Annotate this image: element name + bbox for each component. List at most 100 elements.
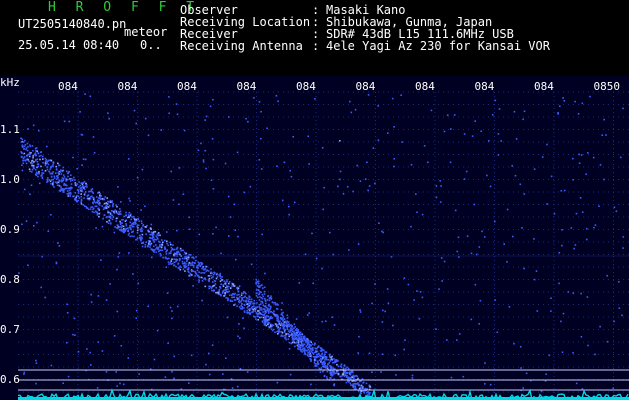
signal-dot — [255, 318, 257, 320]
signal-dot — [275, 325, 278, 327]
signal-dot — [173, 377, 175, 380]
signal-dot — [109, 201, 112, 203]
x-tick-label: 084 — [534, 80, 554, 93]
signal-dot — [265, 318, 267, 320]
signal-dot — [323, 375, 326, 377]
signal-dot — [293, 327, 295, 330]
signal-dot — [172, 244, 174, 246]
signal-dot — [304, 339, 307, 342]
signal-dot — [66, 190, 69, 192]
signal-dot — [288, 213, 290, 216]
signal-dot — [222, 373, 224, 375]
signal-dot — [265, 306, 268, 309]
signal-dot — [323, 186, 325, 189]
signal-dot — [23, 188, 26, 191]
signal-dot — [238, 323, 240, 325]
signal-dot — [148, 242, 150, 245]
signal-dot — [155, 239, 157, 241]
signal-dot — [281, 199, 284, 202]
signal-dot — [165, 251, 167, 253]
signal-dot — [298, 338, 300, 341]
signal-dot — [254, 310, 256, 313]
signal-dot — [277, 318, 279, 321]
signal-dot — [438, 288, 440, 290]
signal-dot — [68, 189, 71, 192]
signal-dot — [291, 328, 293, 330]
signal-dot — [349, 371, 351, 374]
signal-dot — [21, 223, 23, 226]
signal-dot — [382, 309, 384, 312]
signal-dot — [546, 143, 548, 146]
signal-dot — [64, 183, 67, 186]
signal-dot — [168, 96, 170, 98]
signal-dot — [97, 295, 100, 297]
signal-dot — [83, 180, 86, 183]
signal-dot — [63, 176, 66, 178]
signal-dot — [200, 272, 202, 274]
signal-dot — [324, 353, 326, 355]
signal-dot — [176, 246, 179, 249]
signal-dot — [268, 304, 270, 307]
signal-dot — [59, 171, 62, 173]
signal-dot — [173, 258, 175, 260]
signal-dot — [107, 210, 109, 213]
signal-dot — [331, 375, 333, 377]
signal-dot — [235, 258, 237, 261]
signal-dot — [51, 172, 54, 175]
signal-dot — [115, 211, 118, 213]
signal-dot — [50, 172, 52, 175]
signal-dot — [90, 301, 93, 303]
signal-dot — [49, 168, 52, 170]
signal-dot — [32, 149, 34, 152]
signal-dot — [279, 326, 282, 329]
signal-dot — [184, 270, 186, 272]
signal-dot — [70, 187, 72, 190]
signal-dot — [97, 192, 99, 194]
signal-dot — [102, 208, 105, 211]
signal-dot — [283, 328, 286, 330]
signal-dot — [293, 323, 296, 325]
signal-dot — [563, 189, 566, 192]
signal-dot — [443, 260, 446, 263]
signal-dot — [350, 371, 353, 374]
signal-dot — [520, 367, 522, 369]
signal-dot — [117, 186, 119, 188]
signal-dot — [236, 294, 238, 296]
signal-dot — [474, 120, 476, 122]
signal-dot — [548, 354, 551, 357]
signal-dot — [231, 285, 233, 287]
signal-dot — [24, 139, 26, 142]
signal-dot — [174, 248, 176, 251]
signal-dot — [204, 149, 207, 152]
signal-dot — [28, 155, 31, 158]
signal-dot — [168, 112, 170, 115]
signal-dot — [411, 374, 414, 377]
signal-dot — [256, 302, 258, 304]
signal-dot — [226, 279, 228, 281]
signal-dot — [192, 266, 195, 268]
signal-dot — [159, 245, 161, 247]
signal-dot — [147, 245, 149, 248]
signal-dot — [319, 371, 322, 373]
signal-dot — [255, 282, 257, 285]
signal-dot — [572, 179, 574, 181]
signal-dot — [46, 161, 48, 163]
signal-dot — [41, 172, 43, 174]
signal-dot — [44, 162, 47, 164]
signal-dot — [170, 260, 172, 263]
x-tick-label: 0850 — [593, 80, 621, 93]
signal-dot — [297, 329, 300, 331]
signal-dot — [74, 179, 76, 181]
signal-dot — [266, 127, 268, 130]
signal-dot — [463, 133, 466, 135]
signal-dot — [371, 371, 373, 373]
signal-dot — [215, 277, 218, 280]
signal-dot — [257, 315, 259, 318]
signal-dot — [73, 176, 75, 179]
signal-dot — [84, 93, 86, 95]
signal-dot — [280, 313, 283, 316]
signal-dot — [128, 197, 130, 200]
signal-dot — [68, 171, 70, 173]
signal-dot — [194, 275, 196, 277]
signal-dot — [289, 169, 291, 172]
